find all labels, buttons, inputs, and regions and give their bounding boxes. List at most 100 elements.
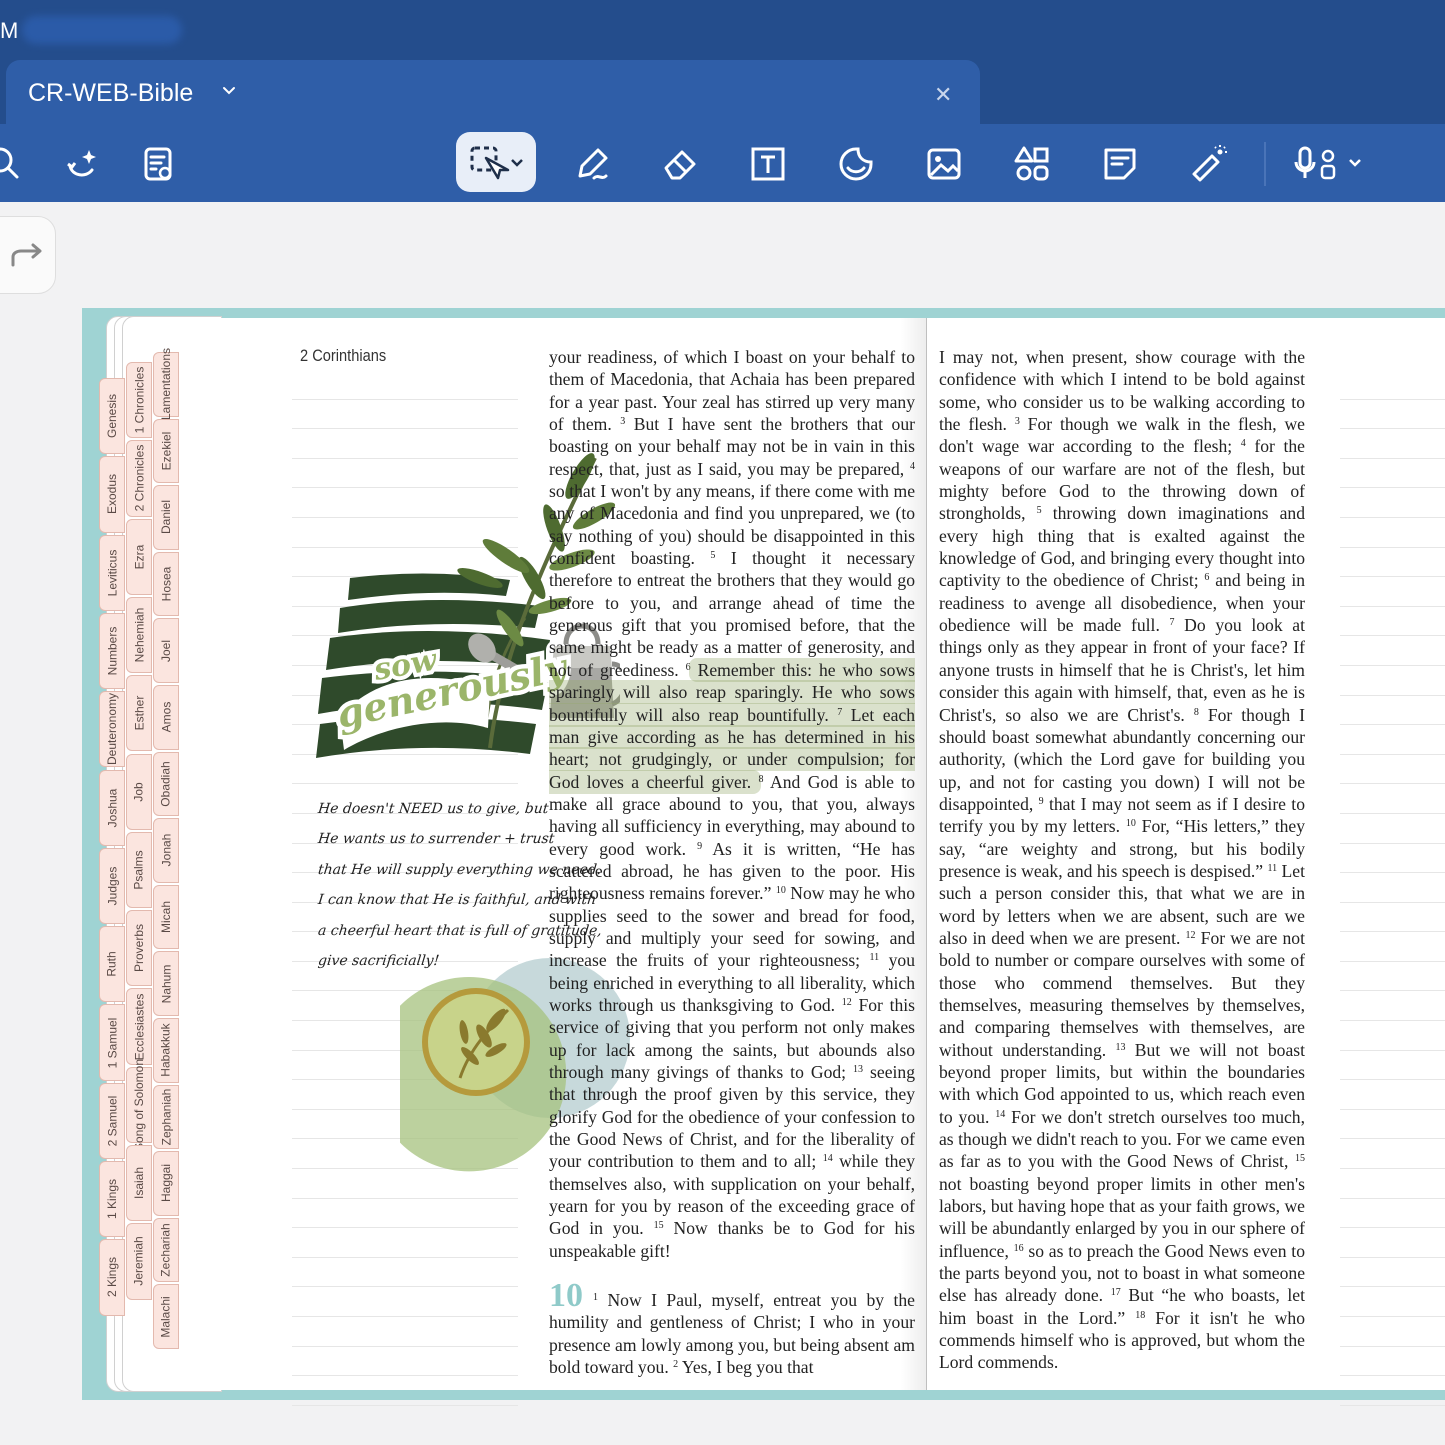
verse-number: 4 xyxy=(910,460,915,472)
book-tab-judges[interactable]: Judges xyxy=(99,847,125,925)
verse-number: 15 xyxy=(1295,1153,1305,1165)
ruled-line xyxy=(1340,991,1445,1022)
lasso-select-icon[interactable] xyxy=(456,132,536,192)
book-tab-exodus[interactable]: Exodus xyxy=(99,456,125,533)
account-name-redacted xyxy=(22,16,182,44)
ruled-line xyxy=(1340,844,1445,874)
sticker-icon[interactable] xyxy=(830,138,882,190)
verse-number: 11 xyxy=(1267,862,1278,874)
book-tab-ezekiel[interactable]: Ezekiel xyxy=(153,418,179,484)
scripture-column-right: I may not, when present, show courage wi… xyxy=(939,346,1305,1374)
chapter-number: 10 xyxy=(549,1277,583,1315)
ruled-line xyxy=(1340,666,1445,696)
book-tab-genesis[interactable]: Genesis xyxy=(99,378,125,455)
ruled-line xyxy=(1340,607,1445,637)
book-tab-isaiah[interactable]: Isaiah xyxy=(126,1145,152,1222)
ruled-line xyxy=(1340,429,1445,459)
book-tab-lamentations[interactable]: Lamentations xyxy=(153,348,179,420)
verse-number: 17 xyxy=(1110,1287,1121,1299)
text-box-icon[interactable] xyxy=(742,138,794,190)
book-tab-proverbs[interactable]: Proverbs xyxy=(126,910,152,987)
verse-number: 14 xyxy=(995,1108,1006,1120)
ruled-line xyxy=(1340,1287,1445,1317)
book-tab-jeremiah[interactable]: Jeremiah xyxy=(126,1223,152,1300)
ruled-line xyxy=(1340,932,1445,962)
verse-number: 13 xyxy=(853,1064,864,1075)
book-tab-1-chronicles[interactable]: 1 Chronicles xyxy=(126,362,152,439)
ruled-line xyxy=(1340,1169,1445,1199)
verse-text: Yes, I beg you that xyxy=(678,1357,814,1378)
eraser-icon[interactable] xyxy=(654,138,706,190)
book-tab-ezra[interactable]: Ezra xyxy=(126,518,152,595)
verse-number: 18 xyxy=(1135,1309,1146,1321)
close-icon[interactable]: ✕ xyxy=(934,82,952,108)
verse-number: 11 xyxy=(869,952,880,964)
book-tab-joel[interactable]: Joel xyxy=(153,618,179,683)
ruled-line xyxy=(292,1287,518,1317)
ruled-line xyxy=(1340,1021,1445,1051)
ruled-line xyxy=(292,1317,518,1347)
ruled-line xyxy=(1340,1258,1445,1288)
book-title: 2 Corinthians xyxy=(300,346,387,365)
ruled-line xyxy=(1340,1376,1445,1406)
ruled-line xyxy=(1340,1080,1445,1110)
book-tab-nahum[interactable]: Nahum xyxy=(153,951,179,1016)
ruled-line xyxy=(1340,1139,1445,1170)
ruled-line xyxy=(1340,518,1445,548)
book-tab-esther[interactable]: Esther xyxy=(126,675,152,752)
book-tab-psalms[interactable]: Psalms xyxy=(126,831,152,909)
book-tab-micah[interactable]: Micah xyxy=(153,884,179,950)
redo-button[interactable] xyxy=(0,216,56,294)
book-tab-song-of-solomon[interactable]: Song of Solomon xyxy=(126,1059,152,1151)
voice-record-icon[interactable] xyxy=(1290,138,1374,190)
book-tab-ruth[interactable]: Ruth xyxy=(99,926,125,1003)
shapes-icon[interactable] xyxy=(1006,138,1058,190)
ruled-line xyxy=(1340,1051,1445,1081)
app-name: M xyxy=(0,18,19,43)
laser-pointer-icon[interactable] xyxy=(1182,138,1234,190)
book-tab-2-kings[interactable]: 2 Kings xyxy=(99,1239,125,1316)
book-tab-numbers[interactable]: Numbers xyxy=(99,612,125,690)
book-tab-amos[interactable]: Amos xyxy=(153,685,179,750)
book-tab-1-kings[interactable]: 1 Kings xyxy=(99,1161,125,1238)
ruled-line xyxy=(1340,784,1445,814)
sticky-note-icon[interactable] xyxy=(1094,138,1146,190)
book-tab-nehemiah[interactable]: Nehemiah xyxy=(126,596,152,674)
ruled-line xyxy=(1340,725,1445,755)
book-tab-jonah[interactable]: Jonah xyxy=(153,818,179,883)
ruled-line xyxy=(1340,814,1445,844)
book-tab-leviticus[interactable]: Leviticus xyxy=(99,534,125,611)
book-tab-malachi[interactable]: Malachi xyxy=(153,1284,179,1349)
book-tab-zechariah[interactable]: Zechariah xyxy=(153,1217,179,1283)
book-tab-2-samuel[interactable]: 2 Samuel xyxy=(99,1082,125,1159)
verse-number: 10 xyxy=(775,885,786,897)
document-tab[interactable]: CR-WEB-Bible ✕ xyxy=(6,60,980,126)
book-tab-1-samuel[interactable]: 1 Samuel xyxy=(99,1004,125,1081)
book-tab-zephaniah[interactable]: Zephaniah xyxy=(153,1084,179,1150)
book-tab-2-chronicles[interactable]: 2 Chronicles xyxy=(126,440,152,517)
ruled-line xyxy=(292,1228,518,1258)
chevron-down-icon[interactable] xyxy=(220,82,238,105)
ruled-line xyxy=(1340,1347,1445,1377)
book-tab-daniel[interactable]: Daniel xyxy=(153,485,179,550)
book-tab-hosea[interactable]: Hosea xyxy=(153,551,179,617)
book-tab-joshua[interactable]: Joshua xyxy=(99,769,125,846)
book-tab-haggai[interactable]: Haggai xyxy=(153,1151,179,1216)
book-tab-habakkuk[interactable]: Habakkuk xyxy=(153,1018,179,1083)
ai-sparkle-icon[interactable] xyxy=(56,138,108,190)
ruled-line xyxy=(1340,636,1445,666)
book-tab-deuteronomy[interactable]: Deuteronomy xyxy=(99,691,125,768)
book-tab-job[interactable]: Job xyxy=(126,753,152,830)
toolbar-divider xyxy=(1264,142,1266,186)
search-icon[interactable] xyxy=(0,138,30,190)
verse-number: 10 xyxy=(1125,818,1136,830)
ruled-line xyxy=(1340,696,1445,726)
ruled-line xyxy=(1340,370,1445,400)
ruled-line xyxy=(292,1347,518,1377)
pen-icon[interactable] xyxy=(566,138,618,190)
ruled-line xyxy=(292,1258,518,1288)
page-view-icon[interactable] xyxy=(132,138,184,190)
image-icon[interactable] xyxy=(918,138,970,190)
book-tab-obadiah[interactable]: Obadiah xyxy=(153,751,179,817)
book-tab-ecclesiastes[interactable]: Ecclesiastes xyxy=(126,988,152,1065)
